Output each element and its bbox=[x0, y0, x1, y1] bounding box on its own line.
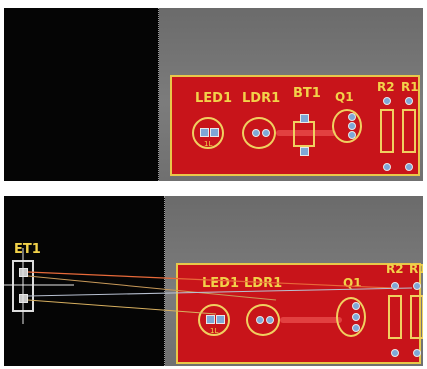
top-pcb-board[interactable]: LED1 LDR1 BT1 Q1 R2 R1 1L bbox=[170, 75, 420, 176]
bottom-r1-label: R1 bbox=[409, 262, 423, 276]
bottom-ldr1-pad-2[interactable] bbox=[266, 316, 274, 324]
bottom-r2-label: R2 bbox=[386, 262, 404, 276]
bottom-pcb-board[interactable]: LED1 LDR1 Q1 R2 R1 1L bbox=[176, 262, 423, 364]
top-r2-label: R2 bbox=[377, 80, 395, 94]
bottom-q1-pad-2[interactable] bbox=[352, 313, 360, 321]
top-q1-label: Q1 bbox=[335, 90, 354, 104]
bottom-trace-ldr-q1[interactable] bbox=[280, 317, 342, 323]
top-r1-label: R1 bbox=[401, 80, 419, 94]
bottom-q1-label: Q1 bbox=[343, 276, 362, 290]
top-bt1-pad-1[interactable] bbox=[300, 114, 309, 123]
top-r2-pad-1[interactable] bbox=[383, 97, 391, 105]
top-bt1-outline[interactable] bbox=[293, 121, 315, 147]
top-pcb-view: LED1 LDR1 BT1 Q1 R2 R1 1L bbox=[4, 8, 423, 181]
bottom-pcb-view: ET1 LED1 LDR1 Q1 R2 R1 1L bbox=[4, 196, 423, 366]
bottom-led1-pad-2[interactable] bbox=[216, 315, 225, 324]
bottom-q1-outline[interactable] bbox=[336, 297, 366, 337]
bottom-r2-outline[interactable] bbox=[388, 295, 402, 339]
top-q1-pad-1[interactable] bbox=[348, 113, 356, 121]
top-bt1-label: BT1 bbox=[293, 86, 321, 101]
bottom-et1-pad-1[interactable] bbox=[19, 268, 28, 277]
top-r1-pad-1[interactable] bbox=[405, 97, 413, 105]
bottom-r1-pad-2[interactable] bbox=[413, 349, 421, 357]
top-ldr1-label: LDR1 bbox=[242, 91, 281, 106]
top-r2-outline[interactable] bbox=[380, 109, 394, 153]
bottom-et1-label: ET1 bbox=[14, 242, 41, 257]
top-q1-outline[interactable] bbox=[332, 109, 362, 143]
top-r1-outline[interactable] bbox=[402, 109, 416, 153]
bottom-ldr1-label: LDR1 bbox=[244, 276, 283, 291]
top-led1-pad-1[interactable] bbox=[200, 128, 209, 137]
bottom-led1-pad-1[interactable] bbox=[206, 315, 215, 324]
bottom-q1-pad-3[interactable] bbox=[352, 324, 360, 332]
top-q1-pad-3[interactable] bbox=[348, 131, 356, 139]
bottom-r1-pad-1[interactable] bbox=[413, 282, 421, 290]
top-led1-tag: 1L bbox=[204, 140, 213, 148]
bottom-r2-pad-1[interactable] bbox=[391, 282, 399, 290]
bottom-led1-tag: 1L bbox=[210, 327, 219, 335]
top-r2-pad-2[interactable] bbox=[383, 163, 391, 171]
top-led1-pad-2[interactable] bbox=[210, 128, 219, 137]
bottom-led1-label: LED1 bbox=[202, 276, 240, 291]
top-bt1-pad-2[interactable] bbox=[300, 147, 309, 156]
bottom-r1-outline[interactable] bbox=[410, 295, 423, 339]
bottom-q1-pad-1[interactable] bbox=[352, 302, 360, 310]
top-black-workspace bbox=[4, 8, 159, 181]
top-led1-label: LED1 bbox=[195, 91, 233, 106]
bottom-r2-pad-2[interactable] bbox=[391, 349, 399, 357]
top-r1-pad-2[interactable] bbox=[405, 163, 413, 171]
bottom-et1-pad-2[interactable] bbox=[19, 294, 28, 303]
bottom-ldr1-pad-1[interactable] bbox=[256, 316, 264, 324]
top-q1-pad-2[interactable] bbox=[348, 122, 356, 130]
top-ldr1-pad-1[interactable] bbox=[252, 129, 260, 137]
top-ldr1-pad-2[interactable] bbox=[262, 129, 270, 137]
